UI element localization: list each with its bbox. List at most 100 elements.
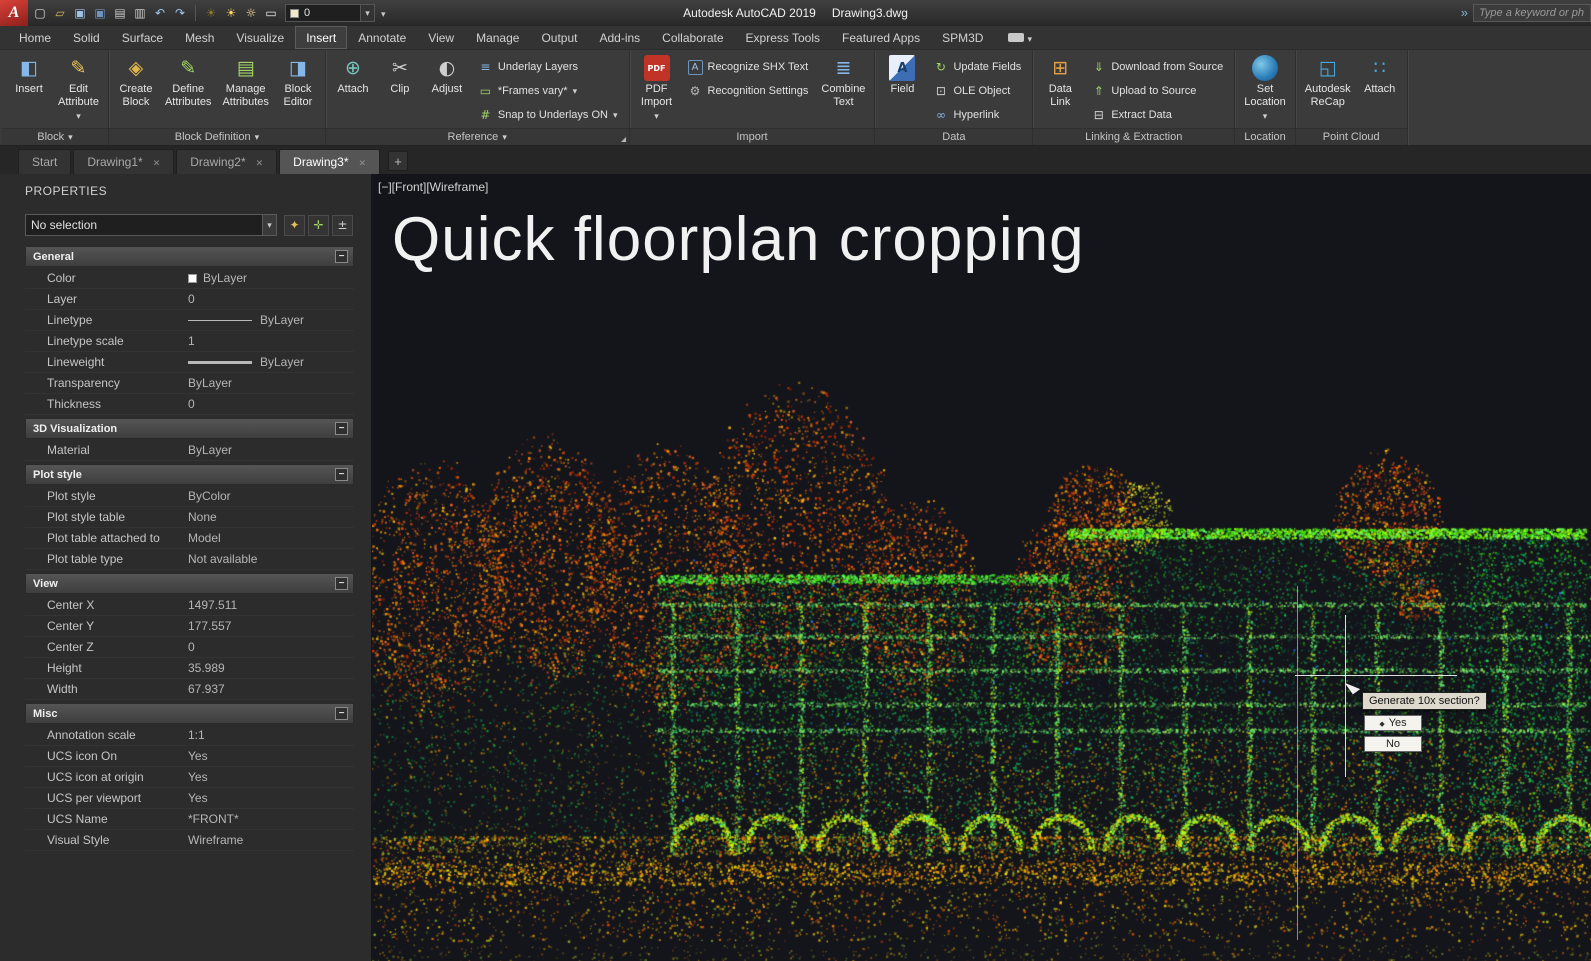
attach-button[interactable]: ⊕ Attach bbox=[331, 53, 375, 96]
combine-text-button[interactable]: ≣ Combine Text bbox=[817, 53, 869, 108]
new-file-icon[interactable]: ▢ bbox=[31, 4, 49, 22]
property-value[interactable]: Yes bbox=[188, 749, 354, 763]
chevron-right-icon[interactable] bbox=[1461, 4, 1468, 22]
ribbon-tab-view[interactable]: View bbox=[417, 26, 465, 49]
property-value[interactable]: Not available bbox=[188, 552, 354, 566]
property-value[interactable]: ByLayer bbox=[188, 443, 354, 457]
recognize-shx-text-button[interactable]: A Recognize SHX Text bbox=[682, 55, 815, 79]
property-value[interactable]: Yes bbox=[188, 791, 354, 805]
property-value[interactable]: ByColor bbox=[188, 489, 354, 503]
manage-attributes-button[interactable]: ▤ Manage Attributes bbox=[218, 53, 272, 108]
collapse-button[interactable] bbox=[335, 250, 348, 263]
property-value[interactable]: *FRONT* bbox=[188, 812, 354, 826]
quick-select-button[interactable]: ✦ bbox=[284, 214, 305, 236]
selection-dropdown[interactable]: No selection bbox=[25, 214, 277, 236]
ribbon-panel-label-point-cloud[interactable]: Point Cloud bbox=[1295, 128, 1407, 145]
panel-launcher-icon[interactable] bbox=[620, 137, 626, 142]
upload-to-source-button[interactable]: ⇑ Upload to Source bbox=[1085, 79, 1229, 103]
set-location-button[interactable]: Set Location bbox=[1240, 53, 1290, 122]
underlay-layers-button[interactable]: ≡ Underlay Layers bbox=[472, 55, 624, 79]
print-icon[interactable]: ▥ bbox=[131, 4, 149, 22]
edit-attribute-button[interactable]: ✎ Edit Attribute bbox=[54, 53, 103, 122]
property-value[interactable]: 1497.511 bbox=[188, 598, 354, 612]
recognition-settings-button[interactable]: ⚙ Recognition Settings bbox=[682, 79, 815, 103]
collapse-button[interactable] bbox=[335, 707, 348, 720]
insert-button[interactable]: ◧ Insert bbox=[7, 53, 51, 96]
collapse-button[interactable] bbox=[335, 577, 348, 590]
property-value[interactable]: 177.557 bbox=[188, 619, 354, 633]
viewport-controls-label[interactable]: [−][Front][Wireframe] bbox=[378, 180, 488, 194]
property-value[interactable]: Wireframe bbox=[188, 833, 354, 847]
adjust-button[interactable]: ◐ Adjust bbox=[425, 53, 469, 96]
section-header-view[interactable]: View bbox=[25, 573, 354, 594]
ribbon-tab-add-ins[interactable]: Add-ins bbox=[588, 26, 651, 49]
lamp-dim-icon[interactable]: ☀ bbox=[202, 4, 220, 22]
document-tab-start[interactable]: Start bbox=[18, 149, 72, 174]
property-value[interactable]: Model bbox=[188, 531, 354, 545]
toggle-pickadd-button[interactable]: ± bbox=[332, 214, 353, 236]
sun-icon[interactable]: ☼ bbox=[242, 4, 260, 22]
save-icon[interactable]: ▣ bbox=[71, 4, 89, 22]
extract-data-button[interactable]: ⊟ Extract Data bbox=[1085, 103, 1229, 127]
collapse-button[interactable] bbox=[335, 422, 348, 435]
pdf-import-button[interactable]: PDFImport bbox=[635, 53, 679, 122]
ribbon-panel-label-data[interactable]: Data bbox=[875, 128, 1033, 145]
ribbon-tab-spm3d[interactable]: SPM3D bbox=[931, 26, 994, 49]
prompt-option-yes[interactable]: Yes bbox=[1364, 715, 1422, 731]
property-value[interactable]: 1:1 bbox=[188, 728, 354, 742]
hyperlink-button[interactable]: ∞ Hyperlink bbox=[927, 103, 1027, 127]
ribbon-tab-surface[interactable]: Surface bbox=[111, 26, 174, 49]
ribbon-tab-featured-apps[interactable]: Featured Apps bbox=[831, 26, 931, 49]
drawing-canvas[interactable] bbox=[372, 174, 1591, 961]
section-header-plot-style[interactable]: Plot style bbox=[25, 464, 354, 485]
attach-point-cloud-button[interactable]: ∷ Attach bbox=[1358, 53, 1402, 96]
open-file-icon[interactable]: ▱ bbox=[51, 4, 69, 22]
ribbon-panel-label-block[interactable]: Block bbox=[2, 128, 108, 145]
clip-button[interactable]: ✂ Clip bbox=[378, 53, 422, 96]
ribbon-tab-output[interactable]: Output bbox=[530, 26, 588, 49]
plot-icon[interactable]: ▤ bbox=[111, 4, 129, 22]
data-link-button[interactable]: ⊞ Data Link bbox=[1038, 53, 1082, 108]
ribbon-tab-manage[interactable]: Manage bbox=[465, 26, 530, 49]
close-tab-icon[interactable] bbox=[359, 155, 367, 169]
autodesk-recap-button[interactable]: ◱ Autodesk ReCap bbox=[1301, 53, 1355, 108]
define-attributes-button[interactable]: ✎ Define Attributes bbox=[161, 53, 215, 108]
property-value[interactable]: ByLayer bbox=[188, 376, 354, 390]
save-as-icon[interactable]: ▣ bbox=[91, 4, 109, 22]
qat-customize-button[interactable] bbox=[377, 4, 390, 22]
property-value[interactable]: ByLayer bbox=[188, 313, 354, 327]
property-value[interactable]: 0 bbox=[188, 397, 354, 411]
ribbon-tab-annotate[interactable]: Annotate bbox=[347, 26, 417, 49]
property-value[interactable]: ByLayer bbox=[188, 355, 354, 369]
ribbon-panel-label-location[interactable]: Location bbox=[1235, 128, 1295, 145]
search-input[interactable] bbox=[1473, 4, 1591, 22]
prompt-option-no[interactable]: No bbox=[1364, 736, 1422, 752]
ribbon-tab-collaborate[interactable]: Collaborate bbox=[651, 26, 734, 49]
property-value[interactable]: 0 bbox=[188, 640, 354, 654]
update-fields-button[interactable]: ↻ Update Fields bbox=[927, 55, 1027, 79]
ribbon-options-button[interactable] bbox=[1002, 26, 1038, 49]
ribbon-tab-solid[interactable]: Solid bbox=[62, 26, 111, 49]
download-from-source-button[interactable]: ⇓ Download from Source bbox=[1085, 55, 1229, 79]
section-header-3d-visualization[interactable]: 3D Visualization bbox=[25, 418, 354, 439]
block-editor-button[interactable]: ◨ Block Editor bbox=[276, 53, 320, 108]
app-logo[interactable]: A bbox=[0, 0, 28, 26]
layer-dropdown[interactable]: 0 bbox=[285, 4, 375, 22]
ribbon-panel-label-linking-extraction[interactable]: Linking & Extraction bbox=[1033, 128, 1235, 145]
ribbon-tab-home[interactable]: Home bbox=[8, 26, 62, 49]
property-value[interactable]: ByLayer bbox=[188, 271, 354, 285]
ribbon-tab-mesh[interactable]: Mesh bbox=[174, 26, 225, 49]
section-header-misc[interactable]: Misc bbox=[25, 703, 354, 724]
redo-icon[interactable]: ↷ bbox=[171, 4, 189, 22]
document-tab-drawing3[interactable]: Drawing3* bbox=[279, 149, 381, 174]
undo-icon[interactable]: ↶ bbox=[151, 4, 169, 22]
select-objects-button[interactable]: ✛ bbox=[308, 214, 329, 236]
property-value[interactable]: 67.937 bbox=[188, 682, 354, 696]
frame-icon[interactable]: ▭ bbox=[262, 4, 280, 22]
create-block-button[interactable]: ◈ Create Block bbox=[114, 53, 158, 108]
new-drawing-tab-button[interactable]: + bbox=[388, 151, 409, 171]
ole-object-button[interactable]: ⊡ OLE Object bbox=[927, 79, 1027, 103]
snap-to-underlays-dropdown[interactable]: # Snap to Underlays ON bbox=[472, 103, 624, 127]
ribbon-panel-label-reference[interactable]: Reference bbox=[325, 128, 629, 145]
section-header-general[interactable]: General bbox=[25, 246, 354, 267]
